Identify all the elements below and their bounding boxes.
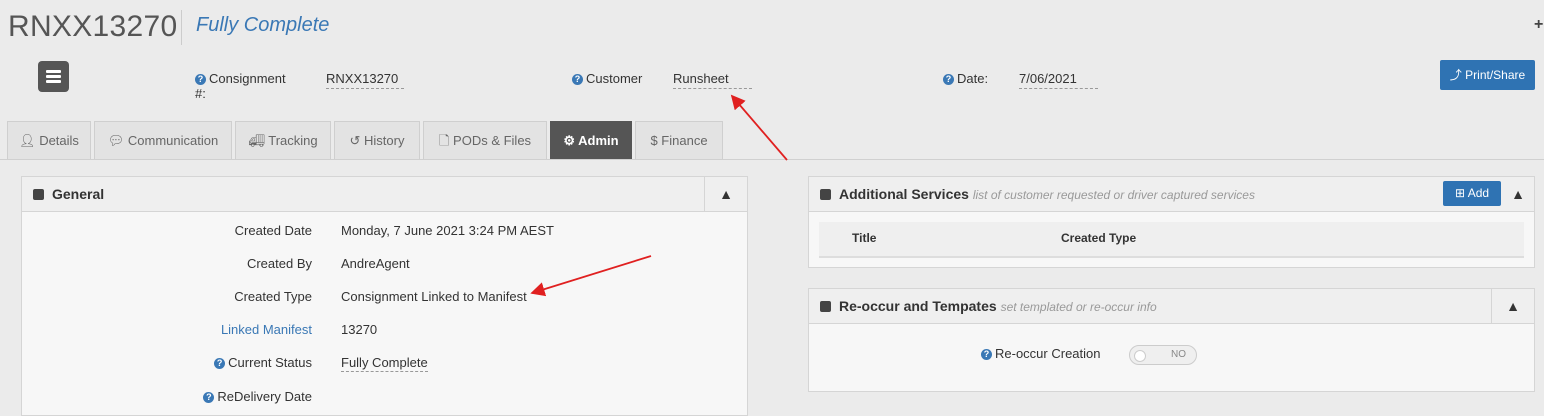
header-divider: [181, 10, 182, 45]
services-table-header: Title Created Type: [819, 222, 1524, 258]
created-by-label: Created By: [246, 256, 312, 271]
square-icon: [820, 189, 831, 200]
consignment-value[interactable]: RNXX13270: [326, 71, 404, 89]
plus-square-icon: ⊞: [1454, 186, 1466, 200]
reoccur-title: Re-occur and Tempates set templated or r…: [839, 298, 1157, 314]
created-type-label: Created Type: [234, 289, 312, 304]
square-icon: [820, 301, 831, 312]
created-date-value: Monday, 7 June 2021 3:24 PM AEST: [341, 223, 554, 238]
column-title[interactable]: Title: [852, 231, 876, 245]
hamburger-icon: [46, 70, 61, 73]
comment-icon: 💬︎: [107, 133, 125, 148]
linked-manifest-link[interactable]: Linked Manifest: [221, 322, 312, 337]
redelivery-date-label: ? ReDelivery Date: [203, 389, 312, 404]
tab-underline: [0, 159, 1544, 160]
additional-services-subtitle: list of customer requested or driver cap…: [972, 188, 1255, 202]
reoccur-subtitle: set templated or re-occur info: [1000, 300, 1157, 314]
gear-icon: ⚙︎: [563, 133, 576, 148]
consignment-label: ? Consignment #:: [195, 71, 286, 101]
general-panel: General ▲ Created Date Monday, 7 June 20…: [21, 176, 748, 416]
help-icon[interactable]: ?: [572, 74, 583, 85]
dollar-icon: $: [650, 133, 658, 148]
column-created-type[interactable]: Created Type: [1061, 231, 1136, 245]
help-icon[interactable]: ?: [943, 74, 954, 85]
general-panel-title: General: [52, 186, 105, 202]
reoccur-toggle[interactable]: NO: [1129, 345, 1197, 365]
reoccur-creation-label: ? Re-occur Creation: [981, 346, 1101, 361]
collapse-chevron-up-icon[interactable]: ▲: [1491, 289, 1534, 323]
user-icon: 👤︎: [19, 133, 36, 148]
toggle-state: NO: [1171, 349, 1186, 360]
help-icon[interactable]: ?: [195, 74, 206, 85]
arrow-to-customer: [730, 94, 788, 161]
tab-pods-files[interactable]: 🗋︎ PODs & Files: [423, 121, 547, 159]
toggle-knob: [1134, 350, 1146, 362]
share-icon: ⤴︎: [1449, 68, 1462, 82]
add-service-button[interactable]: ⊞ Add: [1443, 181, 1501, 206]
consignment-status-title: Fully Complete: [196, 14, 330, 36]
truck-icon: 🚚︎: [248, 133, 265, 148]
additional-services-title: Additional Services list of customer req…: [839, 186, 1255, 202]
created-date-label: Created Date: [234, 223, 312, 238]
tab-communication[interactable]: 💬︎ Communication: [94, 121, 232, 159]
tab-admin[interactable]: ⚙︎ Admin: [550, 121, 632, 159]
print-share-button[interactable]: ⤴︎ Print/Share: [1440, 60, 1535, 90]
collapse-chevron-up-icon[interactable]: ▲: [1502, 177, 1534, 211]
plus-icon[interactable]: +: [1534, 16, 1543, 34]
tab-history[interactable]: ↺ History: [334, 121, 420, 159]
current-status-label: ? Current Status: [214, 355, 312, 370]
customer-label: ? Customer: [572, 71, 642, 86]
tab-details[interactable]: 👤︎ Details: [7, 121, 91, 159]
date-label: ? Date:: [943, 71, 988, 86]
additional-services-header: Additional Services list of customer req…: [809, 177, 1534, 212]
consignment-id-title: RNXX13270: [8, 10, 178, 43]
menu-button[interactable]: [38, 61, 69, 92]
reoccur-panel: Re-occur and Tempates set templated or r…: [808, 288, 1535, 392]
linked-manifest-value: 13270: [341, 322, 378, 337]
help-icon[interactable]: ?: [214, 358, 226, 369]
general-panel-header: General ▲: [22, 177, 747, 212]
help-icon[interactable]: ?: [203, 392, 215, 403]
reoccur-header: Re-occur and Tempates set templated or r…: [809, 289, 1534, 324]
tab-finance[interactable]: $ Finance: [635, 121, 723, 159]
date-value[interactable]: 7/06/2021: [1019, 71, 1098, 89]
created-by-value: AndreAgent: [341, 256, 410, 271]
square-icon: [33, 189, 44, 200]
collapse-chevron-up-icon[interactable]: ▲: [704, 177, 747, 211]
history-icon: ↺: [349, 133, 361, 148]
tab-tracking[interactable]: 🚚︎ Tracking: [235, 121, 331, 159]
current-status-value[interactable]: Fully Complete: [341, 355, 428, 372]
created-type-value: Consignment Linked to Manifest: [341, 289, 527, 304]
file-icon: 🗋︎: [438, 133, 450, 148]
help-icon[interactable]: ?: [981, 349, 992, 360]
additional-services-panel: Additional Services list of customer req…: [808, 176, 1535, 268]
customer-value[interactable]: Runsheet: [673, 71, 752, 89]
